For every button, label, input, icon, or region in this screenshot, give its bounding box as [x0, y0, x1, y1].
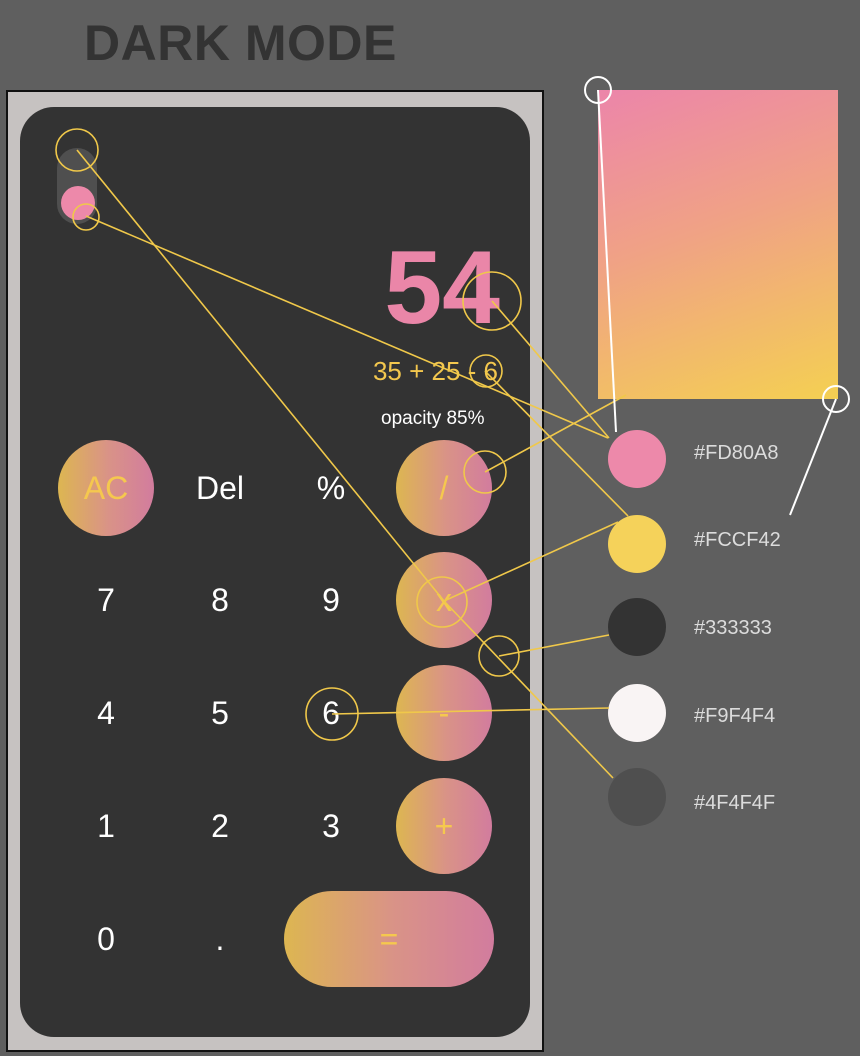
opacity-label: opacity 85%: [381, 408, 485, 429]
swatch-pink: [608, 430, 666, 488]
digit-4-button[interactable]: 4: [58, 665, 154, 761]
annotation-line: [789, 398, 837, 516]
result-display: 54: [384, 230, 500, 346]
gradient-preview: [598, 90, 838, 399]
expression-display: 35 + 25 - 6: [372, 356, 498, 386]
swatch-white: [608, 684, 666, 742]
digit-1-button[interactable]: 1: [58, 778, 154, 874]
swatch-yellow: [608, 515, 666, 573]
percent-button[interactable]: %: [283, 440, 379, 536]
digit-9-button[interactable]: 9: [283, 552, 379, 648]
multiply-button[interactable]: x: [396, 552, 492, 648]
swatch-label-dark: #333333: [694, 617, 772, 639]
minus-button[interactable]: -: [396, 665, 492, 761]
digit-8-button[interactable]: 8: [172, 552, 268, 648]
equals-button[interactable]: =: [284, 891, 494, 987]
digit-7-button[interactable]: 7: [58, 552, 154, 648]
digit-5-button[interactable]: 5: [172, 665, 268, 761]
swatch-label-pink: #FD80A8: [694, 442, 779, 464]
swatch-label-white: #F9F4F4: [694, 705, 776, 727]
plus-button[interactable]: +: [396, 778, 492, 874]
page-title: DARK MODE: [84, 15, 397, 71]
divide-button[interactable]: /: [396, 440, 492, 536]
swatch-label-gray: #4F4F4F: [694, 792, 776, 814]
delete-button[interactable]: Del: [172, 440, 268, 536]
digit-3-button[interactable]: 3: [283, 778, 379, 874]
swatch-dark: [608, 598, 666, 656]
theme-toggle-knob[interactable]: [61, 186, 95, 220]
decimal-button[interactable]: .: [172, 891, 268, 987]
swatch-label-yellow: #FCCF42: [694, 529, 781, 551]
digit-2-button[interactable]: 2: [172, 778, 268, 874]
ac-button[interactable]: AC: [58, 440, 154, 536]
digit-0-button[interactable]: 0: [58, 891, 154, 987]
swatch-gray: [608, 768, 666, 826]
digit-6-button[interactable]: 6: [283, 665, 379, 761]
